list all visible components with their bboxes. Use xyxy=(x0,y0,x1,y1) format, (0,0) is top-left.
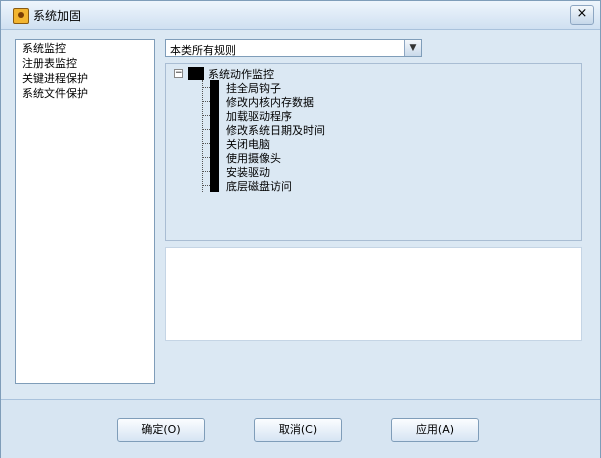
tree-connector-line xyxy=(202,80,203,192)
rule-status-icon[interactable] xyxy=(210,108,219,122)
tree-item-label: 底层磁盘访问 xyxy=(226,180,292,193)
category-item-process-protection[interactable]: 关键进程保护 xyxy=(22,71,154,86)
rule-status-icon[interactable] xyxy=(210,178,219,192)
ok-button[interactable]: 确定(O) xyxy=(117,418,205,442)
app-shield-icon xyxy=(13,8,29,24)
rule-status-icon[interactable] xyxy=(210,150,219,164)
dialog-window: 系统加固 × 系统监控 注册表监控 关键进程保护 系统文件保护 本类所有规则 ▼… xyxy=(0,0,601,458)
apply-button[interactable]: 应用(A) xyxy=(391,418,479,442)
chevron-down-icon[interactable]: ▼ xyxy=(404,40,421,56)
rule-status-icon[interactable] xyxy=(210,164,219,178)
category-item-registry-monitor[interactable]: 注册表监控 xyxy=(22,56,154,71)
rule-description-panel xyxy=(165,247,582,341)
category-item-file-protection[interactable]: 系统文件保护 xyxy=(22,86,154,101)
dialog-footer: 确定(O) 取消(C) 应用(A) xyxy=(1,399,600,458)
rule-status-icon[interactable] xyxy=(210,94,219,108)
rule-status-icon[interactable] xyxy=(210,136,219,150)
window-title: 系统加固 xyxy=(33,9,82,23)
rule-filter-value: 本类所有规则 xyxy=(170,44,236,57)
rules-tree: − 系统动作监控 挂全局钩子 修改内核内存数据 加载驱动程序 修改系统日期及时间 xyxy=(165,63,582,241)
rule-status-icon[interactable] xyxy=(210,122,219,136)
category-list: 系统监控 注册表监控 关键进程保护 系统文件保护 xyxy=(15,39,155,384)
title-bar[interactable]: 系统加固 × xyxy=(1,1,600,30)
rule-filter-dropdown[interactable]: 本类所有规则 ▼ xyxy=(165,39,422,57)
close-button[interactable]: × xyxy=(570,5,594,25)
category-item-system-monitor[interactable]: 系统监控 xyxy=(22,41,154,56)
root-node-icon xyxy=(188,67,204,80)
cancel-button[interactable]: 取消(C) xyxy=(254,418,342,442)
rule-status-icon[interactable] xyxy=(210,80,219,94)
collapse-icon[interactable]: − xyxy=(174,69,183,78)
